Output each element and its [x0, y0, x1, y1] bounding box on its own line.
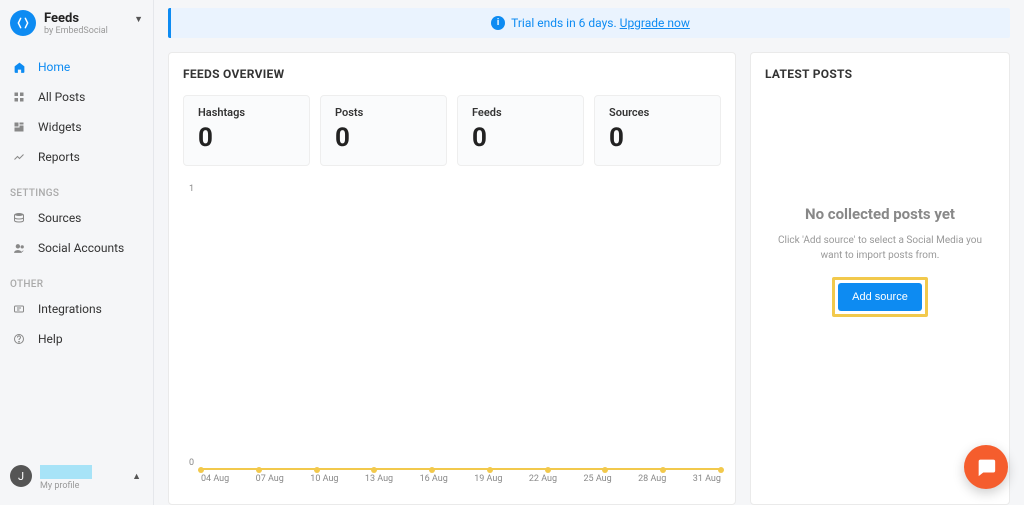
data-point: [256, 467, 262, 473]
stat-label: Sources: [609, 106, 706, 119]
data-point: [545, 467, 551, 473]
brand-name: Feeds: [44, 11, 108, 26]
main: i Trial ends in 6 days. Upgrade now FEED…: [154, 0, 1024, 505]
latest-posts-panel: LATEST POSTS No collected posts yet Clic…: [750, 52, 1010, 505]
stat-value: 0: [609, 123, 706, 153]
nav-reports[interactable]: Reports: [0, 142, 153, 172]
info-icon: i: [491, 16, 505, 30]
nav-home[interactable]: Home: [0, 52, 153, 82]
stat-sources: Sources 0: [594, 95, 721, 166]
nav-integrations[interactable]: Integrations: [0, 294, 153, 324]
stat-label: Hashtags: [198, 106, 295, 119]
help-icon: [10, 333, 28, 345]
nav-label: All Posts: [38, 90, 85, 104]
users-icon: [10, 242, 28, 255]
x-tick: 22 Aug: [529, 474, 557, 484]
feeds-overview-panel: FEEDS OVERVIEW Hashtags 0 Posts 0 Feeds …: [168, 52, 736, 505]
add-source-button[interactable]: Add source: [838, 283, 922, 311]
x-tick: 19 Aug: [474, 474, 502, 484]
stat-value: 0: [335, 123, 432, 153]
nav-help[interactable]: Help: [0, 324, 153, 354]
nav-section-settings: SETTINGS: [0, 172, 153, 203]
x-tick: 16 Aug: [420, 474, 448, 484]
nav-sources[interactable]: Sources: [0, 203, 153, 233]
x-ticks: 04 Aug 07 Aug 10 Aug 13 Aug 16 Aug 19 Aug 22 A…: [201, 474, 721, 484]
profile-menu[interactable]: J My profile ▲: [0, 457, 153, 505]
empty-title: No collected posts yet: [805, 205, 955, 223]
add-source-highlight: Add source: [832, 277, 928, 317]
stat-feeds: Feeds 0: [457, 95, 584, 166]
nav-widgets[interactable]: Widgets: [0, 112, 153, 142]
nav-label: Sources: [38, 211, 81, 225]
x-tick: 25 Aug: [583, 474, 611, 484]
profile-label: My profile: [40, 481, 92, 491]
stat-posts: Posts 0: [320, 95, 447, 166]
x-tick: 04 Aug: [201, 474, 229, 484]
chevron-down-icon: ▼: [134, 14, 143, 25]
chevron-up-icon: ▲: [132, 471, 141, 482]
stat-label: Posts: [335, 106, 432, 119]
x-axis: [201, 468, 721, 470]
data-point: [371, 467, 377, 473]
reports-icon: [10, 151, 28, 163]
panel-title: FEEDS OVERVIEW: [183, 67, 721, 81]
nav-label: Reports: [38, 150, 80, 164]
nav-label: Help: [38, 332, 63, 346]
x-tick: 31 Aug: [693, 474, 721, 484]
home-icon: [10, 61, 28, 74]
brand-logo-icon: [10, 10, 36, 36]
posts-chart: 1 0 04 Aug 07 Aug 10 Aug 13 Aug 16 Aug 19 Aug…: [183, 184, 721, 490]
profile-name-redacted: [40, 465, 92, 479]
nav-label: Home: [38, 60, 70, 74]
empty-desc: Click 'Add source' to select a Social Me…: [770, 233, 990, 263]
data-point: [198, 467, 204, 473]
nav-label: Social Accounts: [38, 241, 124, 255]
posts-icon: [10, 91, 28, 103]
x-tick: 13 Aug: [365, 474, 393, 484]
trial-banner: i Trial ends in 6 days. Upgrade now: [168, 8, 1010, 38]
nav-social-accounts[interactable]: Social Accounts: [0, 233, 153, 263]
data-point: [602, 467, 608, 473]
x-tick: 28 Aug: [638, 474, 666, 484]
sidebar: Feeds by EmbedSocial ▼ Home All Posts: [0, 0, 154, 505]
upgrade-link[interactable]: Upgrade now: [620, 16, 690, 30]
trial-text: Trial ends in 6 days.: [511, 16, 617, 30]
x-tick: 07 Aug: [256, 474, 284, 484]
sources-icon: [10, 212, 28, 224]
brand-byline: by EmbedSocial: [44, 26, 108, 36]
data-point: [660, 467, 666, 473]
integrations-icon: [10, 303, 28, 315]
nav: Home All Posts Widgets Reports SE: [0, 42, 153, 354]
stat-value: 0: [472, 123, 569, 153]
avatar: J: [10, 465, 32, 487]
stat-value: 0: [198, 123, 295, 153]
nav-label: Widgets: [38, 120, 82, 134]
intercom-launcher[interactable]: [964, 445, 1008, 489]
brand-switcher[interactable]: Feeds by EmbedSocial ▼: [0, 0, 153, 42]
stat-label: Feeds: [472, 106, 569, 119]
widgets-icon: [10, 121, 28, 133]
data-point: [487, 467, 493, 473]
data-point: [718, 467, 724, 473]
y-tick: 0: [189, 458, 194, 468]
nav-section-other: OTHER: [0, 263, 153, 294]
nav-all-posts[interactable]: All Posts: [0, 82, 153, 112]
data-point: [429, 467, 435, 473]
x-tick: 10 Aug: [310, 474, 338, 484]
nav-label: Integrations: [38, 302, 102, 316]
panel-title: LATEST POSTS: [765, 67, 995, 81]
stats-row: Hashtags 0 Posts 0 Feeds 0 Sources 0: [183, 95, 721, 166]
stat-hashtags: Hashtags 0: [183, 95, 310, 166]
data-point: [314, 467, 320, 473]
y-tick: 1: [189, 184, 194, 194]
